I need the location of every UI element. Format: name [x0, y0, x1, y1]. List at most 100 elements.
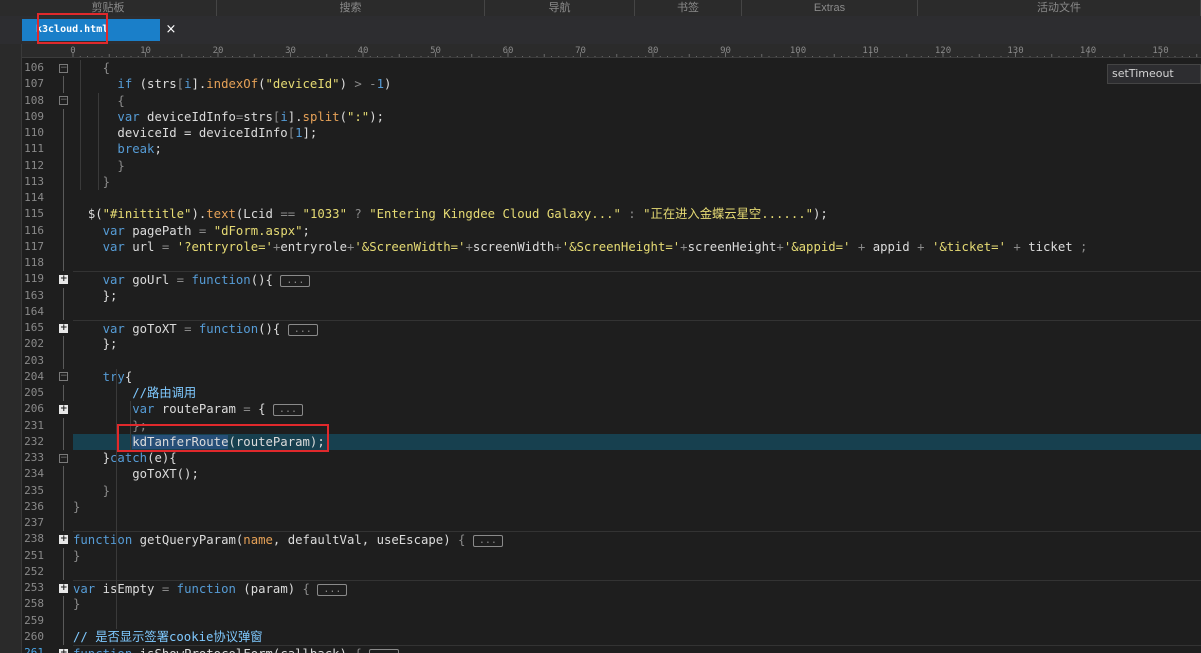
fold-expand-icon[interactable]: +: [59, 404, 68, 414]
code-area[interactable]: { if (strs[i].indexOf("deviceId") > -1) …: [73, 58, 1201, 653]
code-line[interactable]: function getQueryParam(name, defaultVal,…: [73, 531, 1201, 548]
code-token: name: [243, 533, 273, 548]
code-line[interactable]: // 是否显示签署cookie协议弹窗: [73, 629, 1201, 645]
code-line[interactable]: [73, 515, 1201, 531]
fold-expand-icon[interactable]: +: [59, 274, 68, 284]
code-token: ).: [191, 207, 207, 222]
code-token: {: [458, 533, 473, 548]
ruler-label: 30: [285, 46, 296, 56]
line-number: 115: [24, 207, 44, 221]
autocomplete-tooltip[interactable]: setTimeout: [1107, 64, 1201, 84]
collapsed-block-marker[interactable]: ...: [280, 275, 311, 288]
code-token: function: [176, 582, 236, 596]
code-token: };: [102, 288, 118, 303]
code-line[interactable]: }: [73, 483, 1201, 499]
collapsed-block-marker[interactable]: ...: [472, 535, 503, 548]
close-icon[interactable]: ×: [160, 19, 182, 41]
code-line[interactable]: [73, 564, 1201, 580]
code-token: var: [132, 402, 155, 417]
fold-collapse-icon[interactable]: −: [59, 96, 68, 105]
code-token: break: [117, 142, 155, 157]
code-line[interactable]: }: [73, 596, 1201, 612]
code-token: {: [102, 61, 111, 75]
code-editor[interactable]: 106 107 108 109 110 111 112 113 114 115 116 117 118 1…: [22, 58, 1201, 653]
code-token: if: [117, 77, 133, 92]
code-line[interactable]: var isEmpty = function (param) { ...: [73, 580, 1201, 597]
code-token: }: [102, 451, 111, 465]
code-line[interactable]: }catch(e){: [73, 450, 1201, 466]
fold-collapse-icon[interactable]: −: [59, 453, 68, 463]
code-line[interactable]: var goUrl = function(){ ...: [73, 271, 1201, 288]
line-number: 119: [24, 272, 44, 286]
collapsed-block-marker[interactable]: ...: [272, 404, 303, 417]
code-token: '?entryrole=': [176, 239, 273, 254]
code-line[interactable]: }: [73, 499, 1201, 515]
fold-guide: [63, 482, 64, 499]
collapsed-block-marker[interactable]: ...: [369, 649, 400, 653]
collapsed-block-marker[interactable]: ...: [317, 584, 348, 596]
ribbon-group-1: 搜索: [217, 0, 485, 16]
code-token: var: [102, 239, 125, 254]
code-line[interactable]: [73, 190, 1201, 206]
code-line[interactable]: var url = '?entryrole='+entryrole+'&Scre…: [73, 239, 1201, 255]
ruler-label: 130: [1007, 46, 1023, 56]
code-line[interactable]: var pagePath = "dForm.aspx";: [73, 223, 1201, 239]
fold-expand-icon[interactable]: +: [59, 583, 68, 593]
code-token: var: [117, 109, 140, 124]
code-line[interactable]: {: [73, 60, 1201, 76]
tab-k3cloud[interactable]: k3cloud.html ×: [22, 19, 176, 41]
tab-bar: k3cloud.html ×: [0, 16, 1201, 44]
code-line[interactable]: }: [73, 548, 1201, 564]
code-line[interactable]: $("#inittitle").text(Lcid == "1033" ? "E…: [73, 206, 1201, 222]
code-token: try: [102, 369, 125, 384]
code-line-active[interactable]: kdTanferRoute(routeParam);: [73, 433, 1201, 450]
code-line[interactable]: var deviceIdInfo=strs[i].split(":");: [73, 109, 1201, 125]
code-token: goToXT: [124, 322, 185, 336]
selected-token: kdTanferRoute: [132, 434, 229, 449]
code-line[interactable]: //路由调用: [73, 385, 1201, 401]
fold-expand-icon[interactable]: +: [59, 534, 68, 544]
code-line[interactable]: function isShowProtocolForm(callback) { …: [73, 645, 1201, 653]
collapsed-block-marker[interactable]: ...: [287, 324, 318, 336]
code-line[interactable]: }: [73, 174, 1201, 190]
fold-expand-icon[interactable]: +: [59, 648, 68, 653]
code-line[interactable]: var routeParam = { ...: [73, 401, 1201, 417]
code-line[interactable]: deviceId = deviceIdInfo[1];: [73, 125, 1201, 141]
code-token: var: [102, 223, 125, 238]
code-line[interactable]: };: [73, 288, 1201, 304]
code-token: }: [73, 499, 81, 514]
code-line[interactable]: [73, 304, 1201, 320]
fold-expand-icon[interactable]: +: [59, 323, 68, 333]
code-line[interactable]: if (strs[i].indexOf("deviceId") > -1): [73, 76, 1201, 92]
code-line[interactable]: {: [73, 93, 1201, 109]
code-line[interactable]: }: [73, 158, 1201, 174]
code-token: ;: [154, 142, 162, 157]
code-line[interactable]: };: [73, 418, 1201, 434]
code-token: ): [339, 77, 355, 92]
line-number: 202: [24, 337, 44, 351]
code-line[interactable]: };: [73, 336, 1201, 352]
fold-collapse-icon[interactable]: −: [59, 63, 68, 73]
code-line[interactable]: break;: [73, 141, 1201, 157]
line-number: 110: [24, 126, 44, 139]
code-token: strs: [243, 109, 273, 124]
code-line[interactable]: try{: [73, 369, 1201, 385]
code-line[interactable]: [73, 613, 1201, 629]
fold-guide: [63, 108, 64, 125]
code-line[interactable]: [73, 255, 1201, 271]
code-line[interactable]: goToXT();: [73, 466, 1201, 482]
code-line[interactable]: [73, 353, 1201, 369]
line-number: 237: [24, 516, 44, 529]
code-line[interactable]: var goToXT = function(){ ...: [73, 320, 1201, 337]
ribbon-group-0: 剪贴板: [0, 0, 217, 16]
code-token: isEmpty: [95, 582, 162, 596]
line-number: 261: [24, 646, 44, 653]
fold-collapse-icon[interactable]: −: [59, 372, 68, 382]
